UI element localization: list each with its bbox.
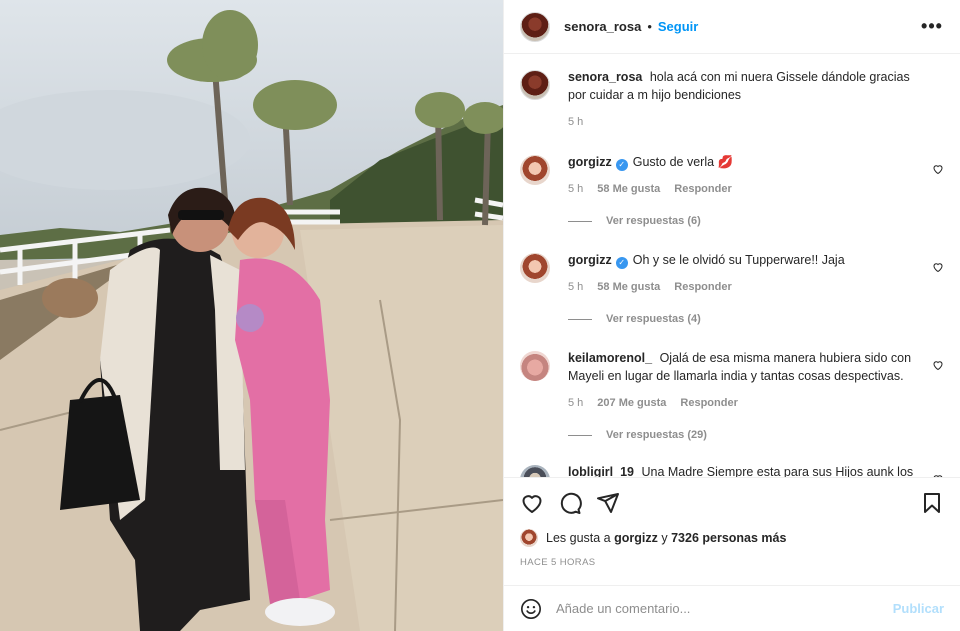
- comment-username[interactable]: lobligirl_19: [568, 465, 634, 477]
- likes-connector: y: [661, 531, 668, 545]
- follow-button[interactable]: Seguir: [658, 19, 698, 34]
- comment-meta: 5 h 58 Me gusta Responder: [568, 278, 918, 296]
- heart-icon[interactable]: [932, 359, 944, 371]
- comment-body: keilamorenol_ Ojalá de esa misma manera …: [568, 349, 918, 412]
- more-horizontal-icon[interactable]: •••: [920, 15, 944, 39]
- header-separator: •: [647, 19, 652, 34]
- likes-others-link[interactable]: 7326 personas más: [671, 531, 786, 545]
- caption-meta: 5 h: [568, 113, 918, 131]
- post-side-panel: senora_rosa • Seguir ••• senora_rosa hol…: [503, 0, 960, 631]
- view-replies-label: Ver respuestas (6): [606, 215, 701, 227]
- comment-time[interactable]: 5 h: [568, 278, 583, 296]
- comment-likes[interactable]: 207 Me gusta: [597, 394, 666, 412]
- commenter-avatar[interactable]: [520, 351, 550, 381]
- comment-meta: 5 h 58 Me gusta Responder: [568, 180, 918, 198]
- commenter-avatar[interactable]: [520, 253, 550, 283]
- comment-item: gorgizz ✓ Oh y se le olvidó su Tupperware!…: [520, 251, 944, 296]
- comment-time[interactable]: 5 h: [568, 394, 583, 412]
- comment-likes[interactable]: 58 Me gusta: [597, 180, 660, 198]
- likes-prefix: Les gusta a: [546, 531, 611, 545]
- view-replies-button[interactable]: Ver respuestas (29): [568, 429, 944, 441]
- comment-likes[interactable]: 58 Me gusta: [597, 278, 660, 296]
- comment-body: gorgizz ✓ Gusto de verla 💋 5 h 58 Me gusta…: [568, 153, 918, 198]
- post-header: senora_rosa • Seguir •••: [504, 0, 960, 54]
- comment-body: gorgizz ✓ Oh y se le olvidó su Tupperware!…: [568, 251, 918, 296]
- comment-input[interactable]: [556, 601, 893, 616]
- view-replies-button[interactable]: Ver respuestas (4): [568, 313, 944, 325]
- comment-item: keilamorenol_ Ojalá de esa misma manera …: [520, 349, 944, 412]
- comment-time[interactable]: 5 h: [568, 180, 583, 198]
- likes-summary: Les gusta a gorgizz y 7326 personas más: [504, 527, 960, 547]
- post-photo[interactable]: [0, 0, 503, 631]
- verified-badge-icon: ✓: [615, 257, 628, 269]
- author-avatar[interactable]: [520, 11, 550, 42]
- comment-text: Oh y se le olvidó su Tupperware!! Jaja: [632, 253, 845, 267]
- comment-item: lobligirl_19 Una Madre Siempre esta para…: [520, 463, 944, 477]
- comment-meta: 5 h 207 Me gusta Responder: [568, 394, 918, 412]
- reply-button[interactable]: Responder: [680, 394, 737, 412]
- heart-icon[interactable]: [520, 491, 544, 515]
- reply-button[interactable]: Responder: [674, 180, 731, 198]
- replies-divider: [568, 434, 592, 436]
- send-icon[interactable]: [596, 491, 620, 515]
- verified-badge-icon: ✓: [615, 159, 628, 171]
- bookmark-icon[interactable]: [920, 491, 944, 515]
- add-comment-bar: Publicar: [504, 585, 960, 631]
- comment-item: gorgizz ✓ Gusto de verla 💋 5 h 58 Me gusta…: [520, 153, 944, 198]
- commenter-avatar[interactable]: [520, 155, 550, 185]
- publish-button[interactable]: Publicar: [893, 601, 944, 616]
- comment-username[interactable]: gorgizz: [568, 253, 612, 267]
- comment-body: lobligirl_19 Una Madre Siempre esta para…: [568, 463, 918, 477]
- comment-text: Gusto de verla 💋: [632, 155, 734, 169]
- caption-time[interactable]: 5 h: [568, 113, 583, 131]
- heart-icon[interactable]: [932, 261, 944, 273]
- caption-body: senora_rosa hola acá con mi nuera Gissel…: [568, 68, 918, 131]
- liker-username[interactable]: gorgizz: [614, 531, 658, 545]
- heart-icon[interactable]: [932, 473, 944, 477]
- post-actions: [504, 477, 960, 527]
- comment-icon[interactable]: [558, 491, 582, 515]
- liker-avatar[interactable]: [520, 529, 538, 547]
- caption: senora_rosa hola acá con mi nuera Gissel…: [520, 68, 944, 131]
- heart-icon[interactable]: [932, 163, 944, 175]
- view-replies-label: Ver respuestas (29): [606, 429, 707, 441]
- comment-username[interactable]: gorgizz: [568, 155, 612, 169]
- comments-list[interactable]: senora_rosa hola acá con mi nuera Gissel…: [504, 54, 960, 477]
- reply-button[interactable]: Responder: [674, 278, 731, 296]
- replies-divider: [568, 220, 592, 222]
- view-replies-label: Ver respuestas (4): [606, 313, 701, 325]
- posted-time[interactable]: HACE 5 HORAS: [504, 547, 960, 575]
- replies-divider: [568, 318, 592, 320]
- emoji-icon[interactable]: [520, 598, 542, 620]
- instagram-post: senora_rosa • Seguir ••• senora_rosa hol…: [0, 0, 960, 631]
- comment-username[interactable]: keilamorenol_: [568, 351, 652, 365]
- author-username[interactable]: senora_rosa: [564, 19, 641, 34]
- post-photo-illustration: [0, 0, 503, 631]
- commenter-avatar[interactable]: [520, 465, 550, 477]
- caption-avatar[interactable]: [520, 70, 550, 100]
- view-replies-button[interactable]: Ver respuestas (6): [568, 215, 944, 227]
- caption-username[interactable]: senora_rosa: [568, 70, 642, 84]
